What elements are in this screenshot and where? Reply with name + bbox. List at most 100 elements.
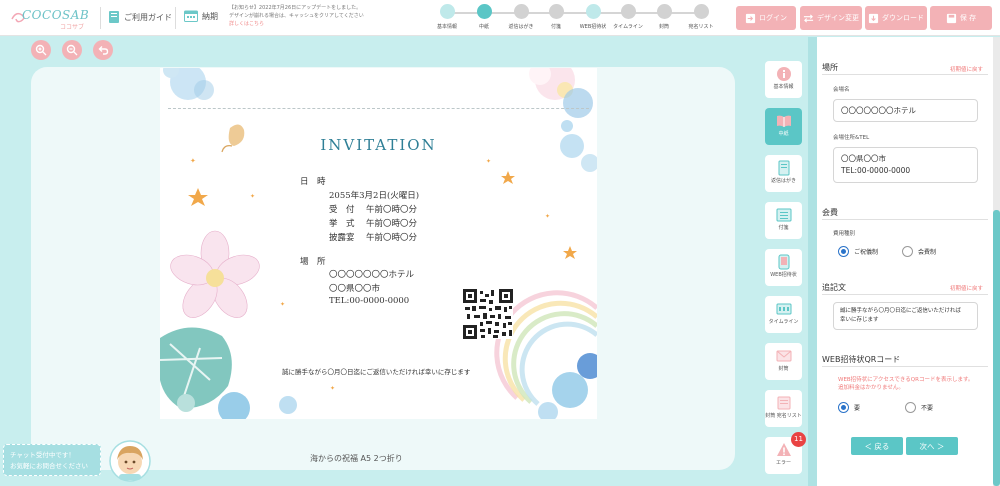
step-envelope[interactable]: 封筒 xyxy=(644,4,684,30)
fee-option-gift[interactable]: ご祝儀制 xyxy=(838,246,878,257)
guide-label: ご利用ガイド xyxy=(124,12,172,22)
step-dot xyxy=(439,4,455,19)
qr-desc-line: 追加料金はかかりません。 xyxy=(838,385,904,391)
step-sticky-note[interactable]: 付箋 xyxy=(536,4,576,30)
support-avatar[interactable] xyxy=(109,440,151,482)
step-dot xyxy=(656,4,672,19)
notice-line: デザインが崩れる場合は、キャッシュをクリアしてください xyxy=(229,13,364,19)
guide-link[interactable]: ご利用ガイド xyxy=(108,10,172,24)
nav-web-invitation[interactable]: WEB招待状 xyxy=(765,249,802,286)
logo-text: COCOSAB xyxy=(22,8,90,22)
invitation-title[interactable]: INVITATION xyxy=(160,136,597,154)
qr-code xyxy=(463,289,513,339)
deadline-link[interactable]: 納期 xyxy=(184,10,218,22)
radio-label: 会費制 xyxy=(918,249,937,256)
section-divider xyxy=(822,219,988,220)
nav-inner-paper[interactable]: 中紙 xyxy=(765,108,802,145)
ceremony-time[interactable]: 午前〇時〇分 xyxy=(366,217,417,229)
zoom-out-icon xyxy=(66,44,78,56)
fee-type-label: 費用種別 xyxy=(833,231,856,237)
step-dot xyxy=(693,4,709,19)
svg-text:✦: ✦ xyxy=(280,301,285,308)
step-timeline[interactable]: タイムライン xyxy=(608,4,648,30)
nav-label: WEB招待状 xyxy=(770,272,797,278)
reception-party-time[interactable]: 午前〇時〇分 xyxy=(366,231,417,243)
reply-note[interactable]: 誠に勝手ながら〇月〇日迄にご返信いただければ幸いに存じます xyxy=(282,366,470,376)
qr-option-required[interactable]: 要 xyxy=(838,402,860,413)
zoom-in-icon xyxy=(35,44,47,56)
qr-option-not-required[interactable]: 不要 xyxy=(905,402,933,413)
step-reply-card[interactable]: 返信はがき xyxy=(501,4,541,30)
design-change-button[interactable]: デザイン変更 xyxy=(800,6,862,30)
next-button[interactable]: 次へ ＞ xyxy=(906,437,958,455)
nav-envelope[interactable]: 封筒 xyxy=(765,343,802,380)
radio-unchecked xyxy=(905,402,916,413)
section-divider xyxy=(822,74,988,75)
envelope-icon xyxy=(776,350,791,362)
svg-text:✦: ✦ xyxy=(250,193,255,200)
invitation-card[interactable]: ✦ ✦ ✦ ✦ ✦ ✦ INVITATION 日 時 2055年3月2日(火曜日… xyxy=(160,68,597,419)
radio-label: 不要 xyxy=(921,405,934,412)
nav-label: 中紙 xyxy=(778,131,789,137)
radio-unchecked xyxy=(902,246,913,257)
nav-timeline[interactable]: タイムライン xyxy=(765,296,802,333)
warning-icon xyxy=(776,443,791,456)
nav-basic-info[interactable]: 基本情報 xyxy=(765,61,802,98)
undo-icon xyxy=(98,46,109,55)
step-label: 付箋 xyxy=(550,24,561,30)
book-icon xyxy=(109,11,119,23)
note-field[interactable]: 誠に勝手ながら〇月〇日迄にご返信いただければ 幸いに存じます xyxy=(833,302,978,330)
panel-rail xyxy=(808,37,817,486)
save-button[interactable]: 保 存 xyxy=(930,6,992,30)
fold-line xyxy=(168,108,589,109)
chat-support-banner[interactable]: チャット受付中です！ お気軽にお問合せください xyxy=(3,444,101,476)
step-web-invitation[interactable]: WEB招待状 xyxy=(573,4,613,30)
save-label: 保 存 xyxy=(959,14,977,22)
step-label: 封筒 xyxy=(658,24,669,30)
venue-address-label: 会場住所&TEL xyxy=(833,135,870,141)
download-label: ダウンロード xyxy=(882,14,924,22)
place-reset-link[interactable]: 初期値に戻す xyxy=(950,65,983,73)
reception-time[interactable]: 午前〇時〇分 xyxy=(366,203,417,215)
date-value[interactable]: 2055年3月2日(火曜日) xyxy=(329,189,419,201)
note-line: 幸いに存じます xyxy=(840,317,879,323)
venue-name-field[interactable]: 〇〇〇〇〇〇〇ホテル xyxy=(833,99,978,122)
download-button[interactable]: ダウンロード xyxy=(865,6,927,30)
zoom-out-button[interactable] xyxy=(62,40,82,60)
svg-text:✦: ✦ xyxy=(190,157,196,165)
postcard-icon xyxy=(778,160,789,176)
nav-label: タイムライン xyxy=(768,319,799,325)
step-inner-paper[interactable]: 中紙 xyxy=(464,4,504,30)
back-button[interactable]: ＜ 戻る xyxy=(851,437,903,455)
zoom-in-button[interactable] xyxy=(31,40,51,60)
nav-sticky-note[interactable]: 付箋 xyxy=(765,202,802,239)
svg-text:✦: ✦ xyxy=(330,385,335,392)
floppy-icon xyxy=(946,13,956,23)
venue-name-label: 会場名 xyxy=(833,87,850,93)
step-dot xyxy=(585,4,601,19)
progress-steps: 基本情報 中紙 返信はがき 付箋 WEB招待状 タイムライン 封筒 宛名リスト xyxy=(437,4,723,34)
notice-link[interactable]: 詳しくはこちら xyxy=(229,20,389,28)
venue-address[interactable]: 〇〇県〇〇市 xyxy=(329,282,380,294)
scrollbar-thumb[interactable] xyxy=(993,210,1000,486)
step-label: 宛名リスト xyxy=(688,24,714,30)
venue-name[interactable]: 〇〇〇〇〇〇〇ホテル xyxy=(329,268,414,280)
notice-line: 【お知らせ】2022年7月26日にアップデートをしました。 xyxy=(229,5,362,11)
step-label: 基本情報 xyxy=(436,24,457,30)
note-reset-link[interactable]: 初期値に戻す xyxy=(950,284,983,292)
qr-section-title: WEB招待状QRコード xyxy=(822,355,901,364)
venue-address-field[interactable]: 〇〇県〇〇市 TEL:00-0000-0000 xyxy=(833,147,978,183)
step-basic-info[interactable]: 基本情報 xyxy=(427,4,467,30)
nav-reply-card[interactable]: 返信はがき xyxy=(765,155,802,192)
venue-tel[interactable]: TEL:00-0000-0000 xyxy=(329,296,409,306)
app-logo[interactable]: COCOSAB ココサブ xyxy=(8,5,96,31)
nav-label: 封筒 xyxy=(778,366,789,372)
undo-button[interactable] xyxy=(93,40,113,60)
login-button[interactable]: ログイン xyxy=(736,6,796,30)
nav-envelope-address-list[interactable]: 封筒 宛名リスト xyxy=(765,390,802,427)
fee-option-membership[interactable]: 会費制 xyxy=(902,246,936,257)
reception-party-label: 披露宴 xyxy=(329,233,355,243)
update-notice: 【お知らせ】2022年7月26日にアップデートをしました。 デザインが崩れる場合… xyxy=(229,4,389,28)
step-address-list[interactable]: 宛名リスト xyxy=(681,4,721,30)
deadline-label: 納期 xyxy=(202,11,218,21)
